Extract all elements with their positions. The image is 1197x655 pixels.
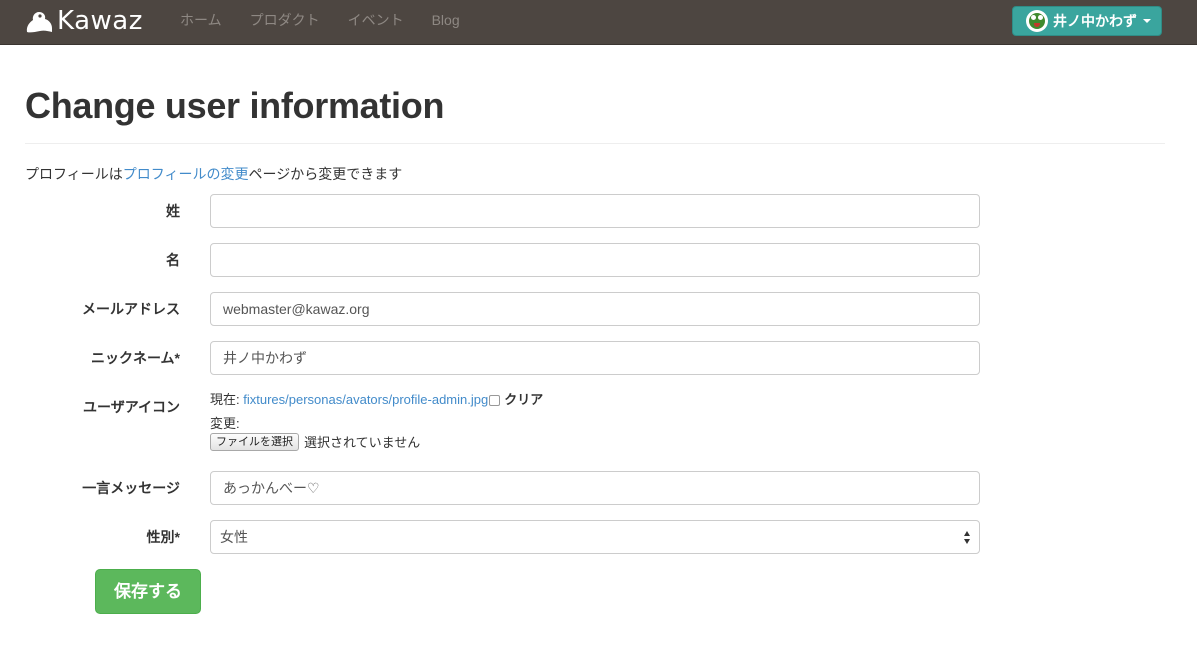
avatar-clear-checkbox[interactable]	[489, 394, 501, 406]
file-select-button[interactable]: ファイルを選択	[210, 432, 299, 451]
nav-link-blog[interactable]: Blog	[418, 0, 474, 40]
gender-selected-value: 女性	[220, 529, 248, 545]
gender-label: 性別*	[146, 529, 180, 545]
first-name-label: 名	[166, 252, 180, 268]
brand-name: Kawaz	[57, 6, 143, 36]
last-name-input[interactable]	[210, 194, 980, 228]
first-name-input[interactable]	[210, 243, 980, 277]
quote-input[interactable]	[210, 471, 980, 505]
save-button[interactable]: 保存する	[95, 569, 201, 614]
divider	[25, 143, 1165, 144]
email-label: メールアドレス	[82, 301, 180, 317]
avatar-current-link[interactable]: fixtures/personas/avators/profile-admin.…	[243, 390, 488, 410]
quote-label: 一言メッセージ	[82, 480, 180, 496]
gender-select[interactable]: 女性	[210, 520, 980, 554]
last-name-label: 姓	[166, 203, 180, 219]
profile-intro-text: プロフィールはプロフィールの変更ページから変更できます	[25, 164, 402, 184]
navbar: Kawaz ホーム プロダクト イベント Blog 井ノ中かわず	[0, 0, 1197, 45]
nickname-input[interactable]	[210, 341, 980, 375]
nav-link-events[interactable]: イベント	[334, 0, 418, 40]
avatar-change-label: 変更:	[210, 416, 240, 431]
email-input[interactable]	[210, 292, 980, 326]
select-arrows-icon	[964, 531, 972, 545]
nickname-label: ニックネーム*	[90, 350, 180, 366]
avatar-current-prefix: 現在:	[210, 392, 240, 407]
frog-logo-icon	[26, 12, 52, 33]
page-title: Change user information	[25, 85, 445, 126]
file-status: 選択されていません	[304, 435, 421, 450]
user-menu-button[interactable]: 井ノ中かわず	[1012, 6, 1162, 36]
nav-link-home[interactable]: ホーム	[166, 0, 236, 40]
avatar-clear-label: クリア	[504, 392, 544, 407]
brand-logo-link[interactable]: Kawaz	[24, 4, 143, 38]
nav-links: ホーム プロダクト イベント Blog	[166, 0, 474, 40]
nav-link-products[interactable]: プロダクト	[236, 0, 334, 40]
intro-suffix: ページから変更できます	[248, 166, 403, 182]
profile-change-link[interactable]: プロフィールの変更	[123, 166, 249, 182]
avatar-field: 現在: fixtures/personas/avators/profile-ad…	[210, 390, 543, 451]
avatar-label: ユーザアイコン	[82, 399, 180, 415]
caret-down-icon	[1143, 19, 1151, 23]
user-name: 井ノ中かわず	[1053, 13, 1137, 29]
avatar	[1026, 10, 1048, 32]
intro-prefix: プロフィールは	[25, 166, 123, 182]
